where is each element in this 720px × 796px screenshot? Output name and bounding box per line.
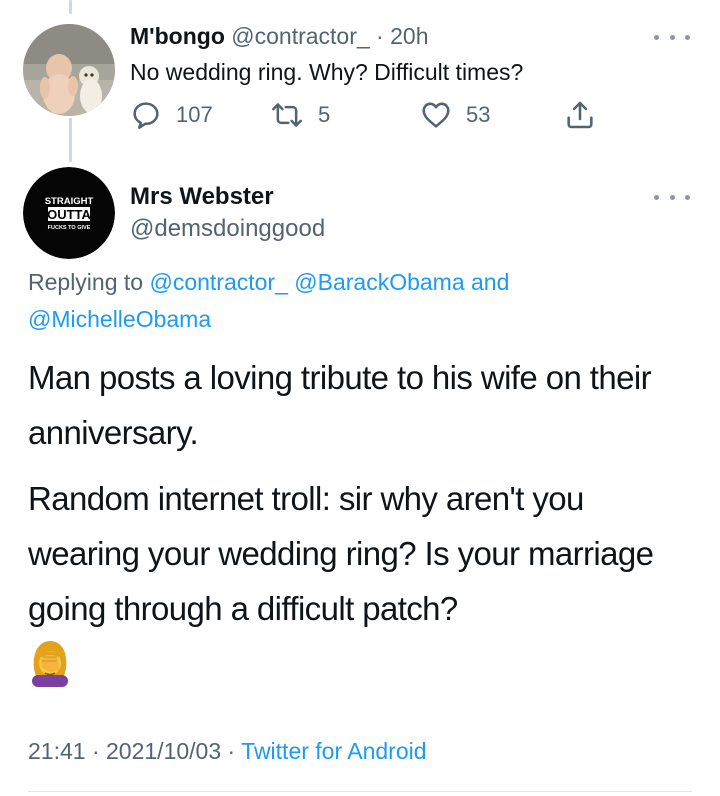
like-button[interactable]: 53 (420, 98, 490, 132)
tweet-timestamp: 21:41 · 2021/10/03 · Twitter for Android (28, 734, 427, 768)
mention-contractor[interactable]: @contractor_ (149, 269, 287, 295)
reply-count: 107 (176, 102, 213, 127)
share-button[interactable] (564, 98, 596, 132)
reply-time[interactable]: 20h (390, 23, 428, 49)
thread-line-top (69, 0, 72, 14)
tweet-date[interactable]: 2021/10/03 (106, 738, 221, 764)
divider (28, 791, 692, 792)
reply-text: No wedding ring. Why? Difficult times? (130, 59, 524, 85)
reply-more-icon[interactable] (654, 30, 690, 44)
share-icon (567, 101, 593, 129)
reply-button[interactable]: 107 (130, 98, 213, 132)
reply-header: M'bongo @contractor_ · 20h (130, 20, 429, 52)
mention-barackobama[interactable]: @BarackObama (294, 269, 464, 295)
heart-icon (422, 102, 450, 128)
tweet-time[interactable]: 21:41 (28, 738, 86, 764)
replying-to: Replying to @contractor_ @BarackObama an… (28, 264, 668, 338)
tweet-source[interactable]: Twitter for Android (241, 738, 426, 764)
woman-facepalming-icon (28, 637, 72, 687)
avatar-mrs-webster[interactable]: STRAIGHT OUTTA FUCKS TO GIVE (23, 167, 115, 259)
retweet-button[interactable]: 5 (270, 98, 330, 132)
main-display-name[interactable]: Mrs Webster (130, 180, 274, 214)
retweet-count: 5 (318, 102, 331, 127)
avatar-text-line3: FUCKS TO GIVE (48, 225, 91, 231)
tweet-paragraph-2: Random internet troll: sir why aren't yo… (28, 471, 678, 691)
reply-separator: · (369, 23, 391, 49)
retweet-icon (272, 103, 302, 127)
reply-handle[interactable]: @contractor_ (231, 23, 369, 49)
main-more-icon[interactable] (654, 190, 690, 204)
timestamp-dot-1: · (85, 738, 107, 764)
comment-icon (133, 102, 159, 129)
mention-michelleobama[interactable]: @MichelleObama (28, 306, 211, 332)
tweet-paragraph-2-text: Random internet troll: sir why aren't yo… (28, 480, 654, 627)
avatar-text-line1: STRAIGHT (45, 196, 94, 207)
replying-prefix: Replying to (28, 269, 150, 295)
avatar-mbongo[interactable] (23, 24, 115, 116)
main-handle[interactable]: @demsdoinggood (130, 212, 325, 246)
like-count: 53 (466, 102, 491, 127)
tweet-body: Man posts a loving tribute to his wife o… (28, 350, 678, 702)
tweet-paragraph-1: Man posts a loving tribute to his wife o… (28, 359, 652, 451)
thread-line-middle (69, 118, 72, 162)
replying-and[interactable]: and (465, 269, 509, 295)
timestamp-dot-2: · (221, 738, 242, 764)
avatar-text-line2: OUTTA (47, 207, 91, 222)
reply-display-name[interactable]: M'bongo (130, 23, 225, 49)
